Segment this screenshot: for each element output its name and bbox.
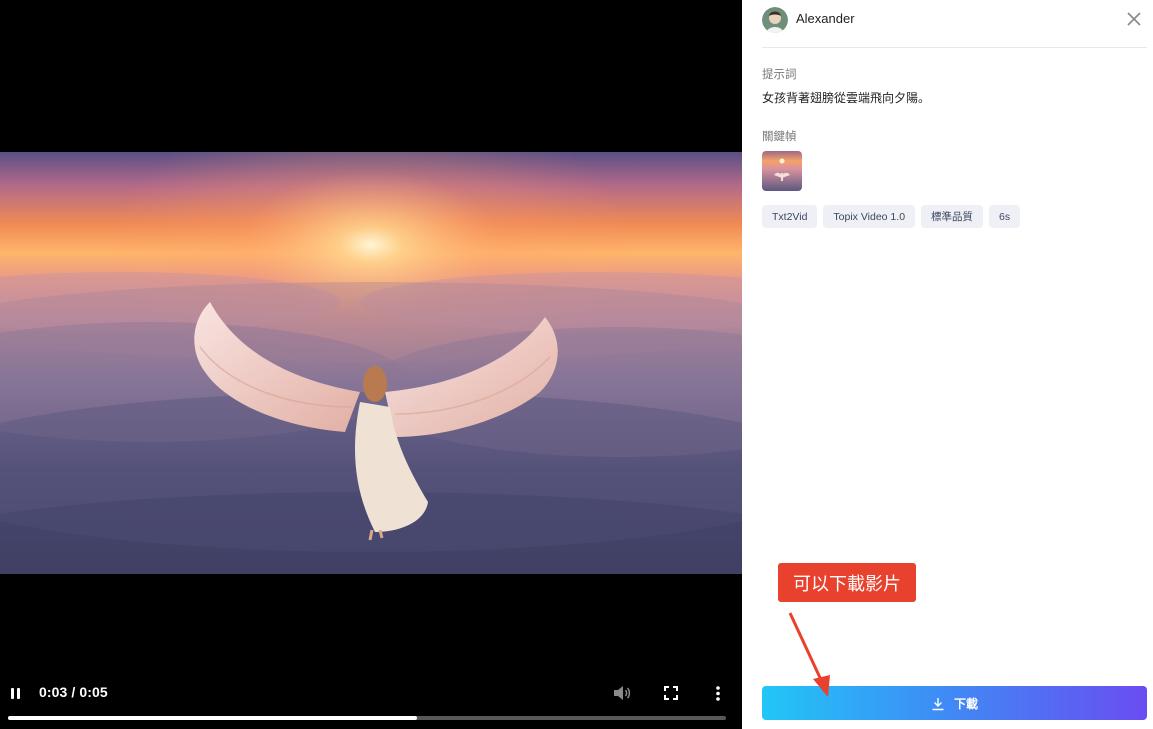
download-icon xyxy=(931,696,945,711)
keyframe-label: 關鍵幀 xyxy=(762,129,797,143)
video-detail-view: 0:03 / 0:05 Alexander 提示詞 女孩背著翅膀從雲端飛向夕陽。… xyxy=(0,0,1153,729)
volume-icon[interactable] xyxy=(610,681,634,705)
keyframe-thumbnail[interactable] xyxy=(762,151,802,191)
time-display: 0:03 / 0:05 xyxy=(39,684,108,700)
details-panel: Alexander 提示詞 女孩背著翅膀從雲端飛向夕陽。 關鍵幀 Txt2Vid… xyxy=(742,0,1153,729)
username[interactable]: Alexander xyxy=(796,11,855,26)
panel-header: Alexander xyxy=(762,6,1147,48)
more-vert-icon[interactable] xyxy=(707,681,729,705)
annotation-callout: 可以下載影片 xyxy=(778,563,916,602)
tag-list: Txt2Vid Topix Video 1.0 標準品質 6s xyxy=(762,205,1021,228)
player-controls: 0:03 / 0:05 xyxy=(0,676,742,729)
tag: Topix Video 1.0 xyxy=(823,205,916,228)
tag: Txt2Vid xyxy=(762,205,818,228)
close-icon[interactable] xyxy=(1125,10,1143,28)
tag: 標準品質 xyxy=(921,205,984,228)
prompt-text: 女孩背著翅膀從雲端飛向夕陽。 xyxy=(762,91,931,105)
fullscreen-icon[interactable] xyxy=(659,681,683,705)
video-player[interactable]: 0:03 / 0:05 xyxy=(0,0,742,729)
progress-fill xyxy=(8,716,418,720)
video-frame[interactable] xyxy=(0,152,742,574)
progress-bar[interactable] xyxy=(8,716,726,720)
avatar[interactable] xyxy=(762,7,788,33)
download-button[interactable]: 下載 xyxy=(762,686,1147,720)
download-label: 下載 xyxy=(953,696,978,711)
pause-icon[interactable] xyxy=(4,682,26,704)
prompt-label: 提示詞 xyxy=(762,67,797,81)
tag: 6s xyxy=(989,205,1021,228)
